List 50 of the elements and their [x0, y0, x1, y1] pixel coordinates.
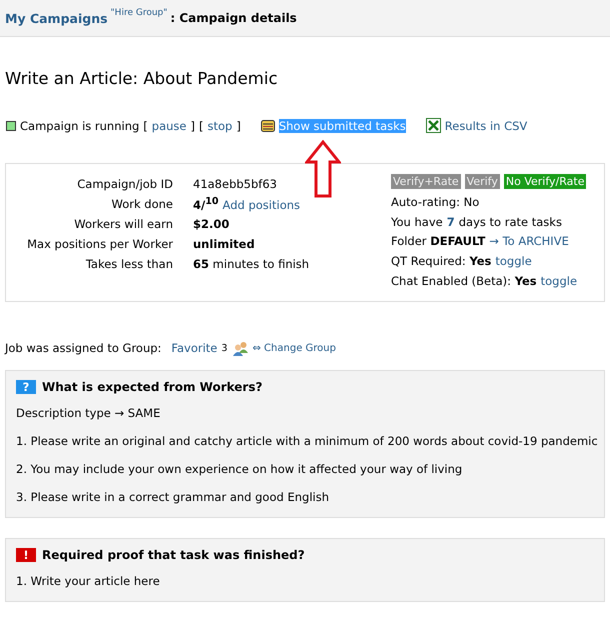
section-title: What is expected from Workers?	[42, 380, 262, 394]
section-line: 2. You may include your own experience on how it affected your way of living	[16, 461, 464, 478]
days-count: 7	[446, 214, 455, 229]
detail-value: 41a8ebb5bf63	[193, 177, 277, 191]
users-icon	[232, 340, 248, 356]
detail-label: Max positions per Worker	[26, 237, 174, 251]
add-positions-link[interactable]: Add positions	[222, 198, 300, 212]
section-line: 1. Write your article here	[16, 573, 161, 590]
detail-value: 65 minutes to finish	[193, 257, 310, 271]
section-line: Description type → SAME	[16, 405, 162, 422]
bracket: [	[199, 118, 204, 132]
status-text: Campaign is running	[20, 118, 140, 132]
setting-text: Chat Enabled (Beta): Yes	[391, 274, 537, 288]
setting-text: days to rate tasks	[458, 214, 562, 229]
detail-label: Campaign/job ID	[76, 177, 174, 191]
setting-text: You have	[391, 214, 443, 229]
setting-link[interactable]: toggle	[495, 254, 532, 268]
detail-value: $2.00	[193, 217, 230, 231]
my-campaigns-link[interactable]: My Campaigns	[5, 10, 108, 26]
setting-link[interactable]: → To ARCHIVE	[489, 234, 569, 248]
detail-label: Work done	[110, 197, 174, 211]
section-line: 3. Please write in a correct grammar and good English	[16, 489, 330, 506]
setting-text: Folder DEFAULT	[391, 234, 486, 248]
section-badge: ?	[16, 380, 36, 394]
group-link[interactable]: Favorite	[171, 341, 218, 355]
section-title: Required proof that task was finished?	[42, 548, 305, 562]
spreadsheet-icon	[426, 118, 441, 133]
page-heading: : Campaign details	[170, 11, 297, 25]
bracket: [	[143, 118, 148, 132]
campaign-title: Write an Article: About Pandemic	[5, 69, 279, 88]
setting-text: QT Required: Yes	[391, 254, 492, 268]
up-arrow-icon	[305, 140, 341, 198]
detail-label: Takes less than	[84, 257, 174, 271]
setting-text: Auto-rating: No	[391, 194, 480, 209]
detail-label: Workers will earn	[73, 217, 174, 231]
section-badge: !	[16, 548, 36, 562]
status-action-link[interactable]: pause	[152, 118, 186, 132]
toolbar-link[interactable]: Results in CSV	[444, 118, 528, 132]
bracket: ]	[236, 118, 241, 132]
group-text: Job was assigned to Group:	[5, 341, 162, 355]
detail-value: unlimited	[193, 237, 255, 251]
verify-option-button[interactable]: No Verify/Rate	[504, 174, 586, 189]
group-label: "Hire Group"	[110, 8, 168, 18]
status-action-link[interactable]: stop	[208, 118, 232, 132]
detail-value: 4/$^{10}$	[193, 196, 219, 212]
change-group-link[interactable]: ⇔ Change Group	[252, 342, 336, 354]
setting-link[interactable]: toggle	[540, 274, 578, 288]
group-count: 3	[221, 342, 228, 354]
list-icon	[260, 120, 275, 132]
bracket: ]	[190, 118, 195, 132]
